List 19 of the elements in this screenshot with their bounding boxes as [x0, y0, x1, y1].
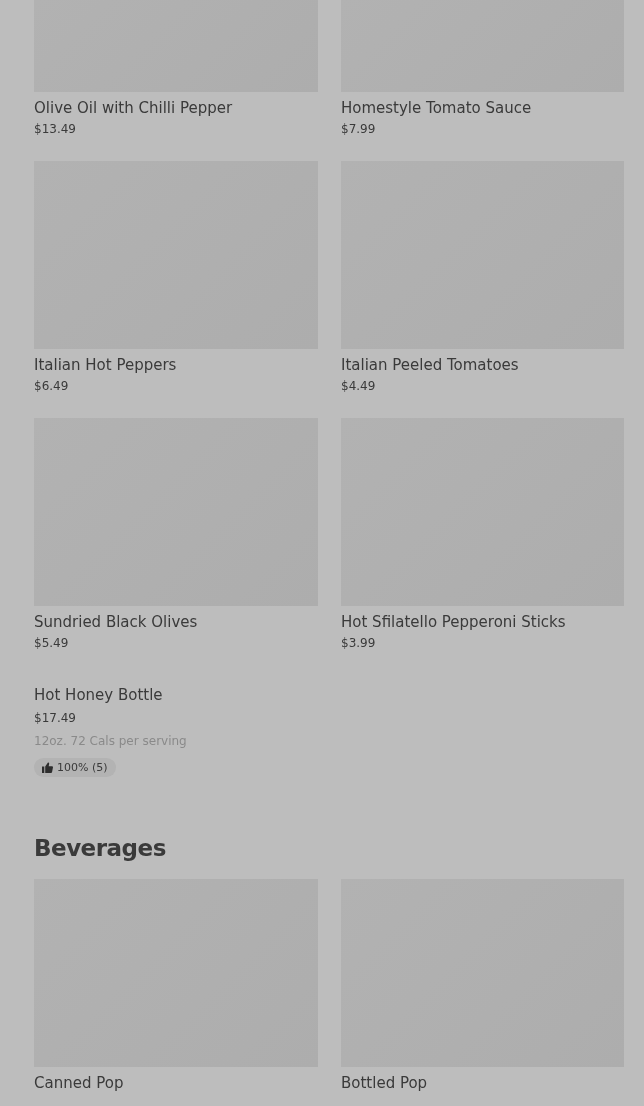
- product-name[interactable]: Bottled Pop: [341, 1073, 624, 1093]
- product-price: $17.49: [34, 710, 77, 726]
- section-heading: Beverages: [34, 835, 167, 861]
- product-price: $7.99: [341, 121, 377, 137]
- product-name[interactable]: Canned Pop: [34, 1073, 318, 1093]
- product-price: $6.49: [34, 378, 70, 394]
- product-price: $13.49: [34, 121, 77, 137]
- product-name[interactable]: Hot Sfilatello Pepperoni Sticks: [341, 612, 624, 632]
- product-name[interactable]: Sundried Black Olives: [34, 612, 318, 632]
- product-price: $5.49: [34, 635, 70, 651]
- product-name[interactable]: Italian Hot Peppers: [34, 355, 318, 375]
- rating-text: 100% (5): [57, 761, 108, 774]
- product-name[interactable]: Olive Oil with Chilli Pepper: [34, 98, 318, 118]
- thumbs-up-icon: [42, 762, 53, 773]
- product-name[interactable]: Italian Peeled Tomatoes: [341, 355, 624, 375]
- product-price: $4.49: [341, 378, 377, 394]
- product-price: $3.99: [341, 635, 377, 651]
- product-name[interactable]: Homestyle Tomato Sauce: [341, 98, 624, 118]
- product-name[interactable]: Hot Honey Bottle: [34, 685, 318, 705]
